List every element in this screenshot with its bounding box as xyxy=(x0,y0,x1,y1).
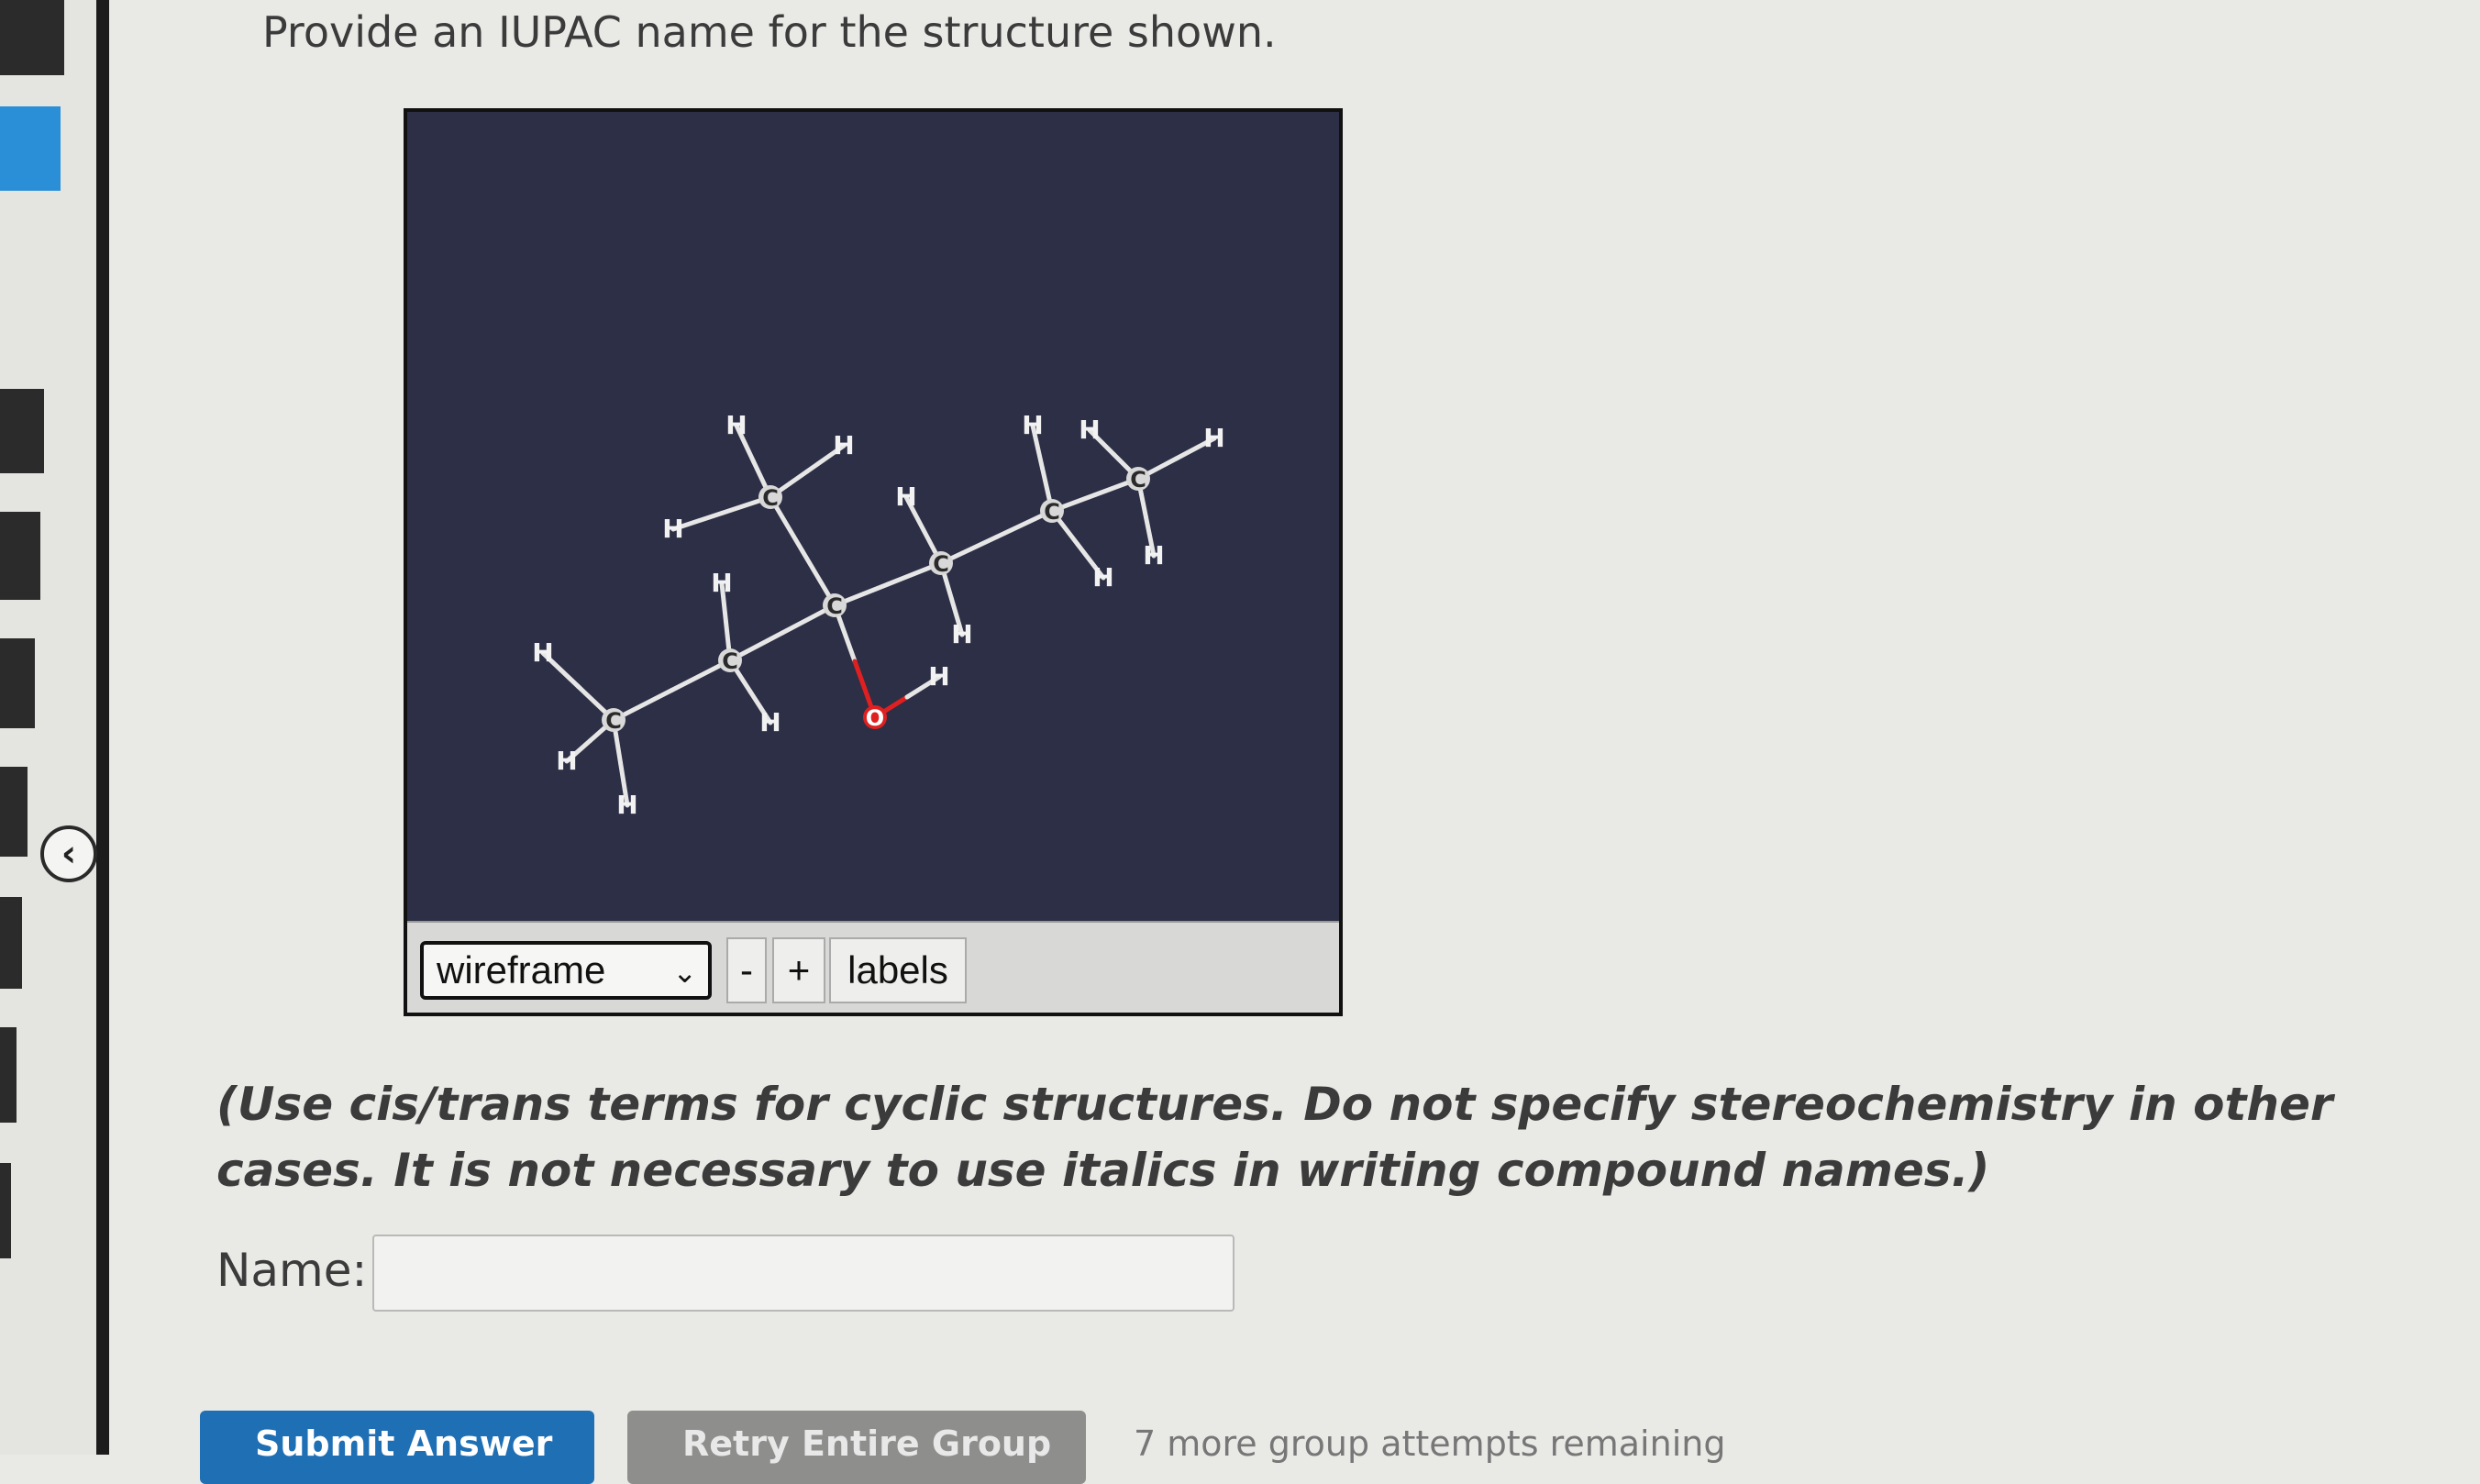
sidebar-edge xyxy=(96,0,109,1455)
chevron-left-icon: ‹ xyxy=(61,833,77,875)
retry-group-button[interactable]: Retry Entire Group xyxy=(627,1411,1086,1484)
sidebar-tab-1[interactable] xyxy=(0,0,64,75)
instructions-text: (Use cis/trans terms for cyclic structur… xyxy=(216,1078,2333,1197)
sidebar-tab-2[interactable] xyxy=(0,389,44,473)
atom-label-h10: H xyxy=(951,619,972,649)
atom-label-c6: C xyxy=(1044,499,1060,525)
atom-label-c4: C xyxy=(762,485,779,511)
atom-label-c5: C xyxy=(933,551,949,577)
atom-label-h4: H xyxy=(711,568,732,598)
atom-label-h1: H xyxy=(532,637,553,668)
atom-label-h7: H xyxy=(725,410,747,440)
atom-label-h6: H xyxy=(662,514,683,544)
viewer-toolbar: wireframe ⌄ - + labels xyxy=(407,921,1339,1013)
atom-label-h3: H xyxy=(616,790,637,820)
render-style-value: wireframe xyxy=(437,948,606,991)
collapse-sidebar-button[interactable]: ‹ xyxy=(40,825,97,882)
name-label: Name: xyxy=(216,1244,368,1297)
atom-label-c2: C xyxy=(722,648,738,674)
render-style-select[interactable]: wireframe ⌄ xyxy=(420,941,712,1000)
molecule-canvas[interactable]: CCCCCCCOHHHHHHHHHHHH H HHH xyxy=(407,112,1339,921)
atom-label-h15: H xyxy=(1092,562,1113,592)
sidebar-tab-3[interactable] xyxy=(0,512,40,600)
chevron-down-icon: ⌄ xyxy=(672,956,697,989)
sidebar-tab-4[interactable] xyxy=(0,638,35,728)
sidebar-tab-8[interactable] xyxy=(0,1163,11,1258)
labels-button[interactable]: labels xyxy=(829,937,967,1003)
atom-label-h14: H xyxy=(1203,423,1224,453)
atom-label-c1: C xyxy=(605,708,622,734)
atom-label-h2: H xyxy=(556,746,577,776)
atom-label-h8: H xyxy=(833,430,854,460)
atom-label-h13: H xyxy=(1079,415,1100,445)
sidebar-tab-7[interactable] xyxy=(0,1027,17,1123)
bond-group xyxy=(540,423,1217,808)
atom-label-h16: H xyxy=(1143,540,1164,570)
atom-group: CCCCCCCOHHHHHHHHHHHH H HHH xyxy=(532,410,1224,820)
zoom-out-button[interactable]: - xyxy=(726,937,767,1003)
zoom-in-button[interactable]: + xyxy=(772,937,825,1003)
molecule-viewer[interactable]: CCCCCCCOHHHHHHHHHHHHHHHH wireframe ⌄ - +… xyxy=(404,108,1343,1016)
atom-label-c3: C xyxy=(826,593,843,619)
name-input[interactable] xyxy=(372,1235,1234,1312)
question-prompt: Provide an IUPAC name for the structure … xyxy=(262,7,1277,57)
sidebar-tab-5[interactable] xyxy=(0,767,28,857)
submit-answer-button[interactable]: Submit Answer xyxy=(200,1411,594,1484)
attempts-remaining: 7 more group attempts remaining xyxy=(1134,1423,1726,1464)
atom-label-o1: O xyxy=(866,705,884,731)
atom-label-h5: H xyxy=(759,707,781,737)
atom-label-h9: H xyxy=(895,482,916,512)
sidebar-tab-active[interactable] xyxy=(0,106,61,191)
atom-label-c7: C xyxy=(1130,467,1146,493)
atom-label-h12: H xyxy=(1022,410,1043,440)
atom-label-h11: H xyxy=(928,661,949,692)
sidebar-tab-6[interactable] xyxy=(0,897,22,989)
